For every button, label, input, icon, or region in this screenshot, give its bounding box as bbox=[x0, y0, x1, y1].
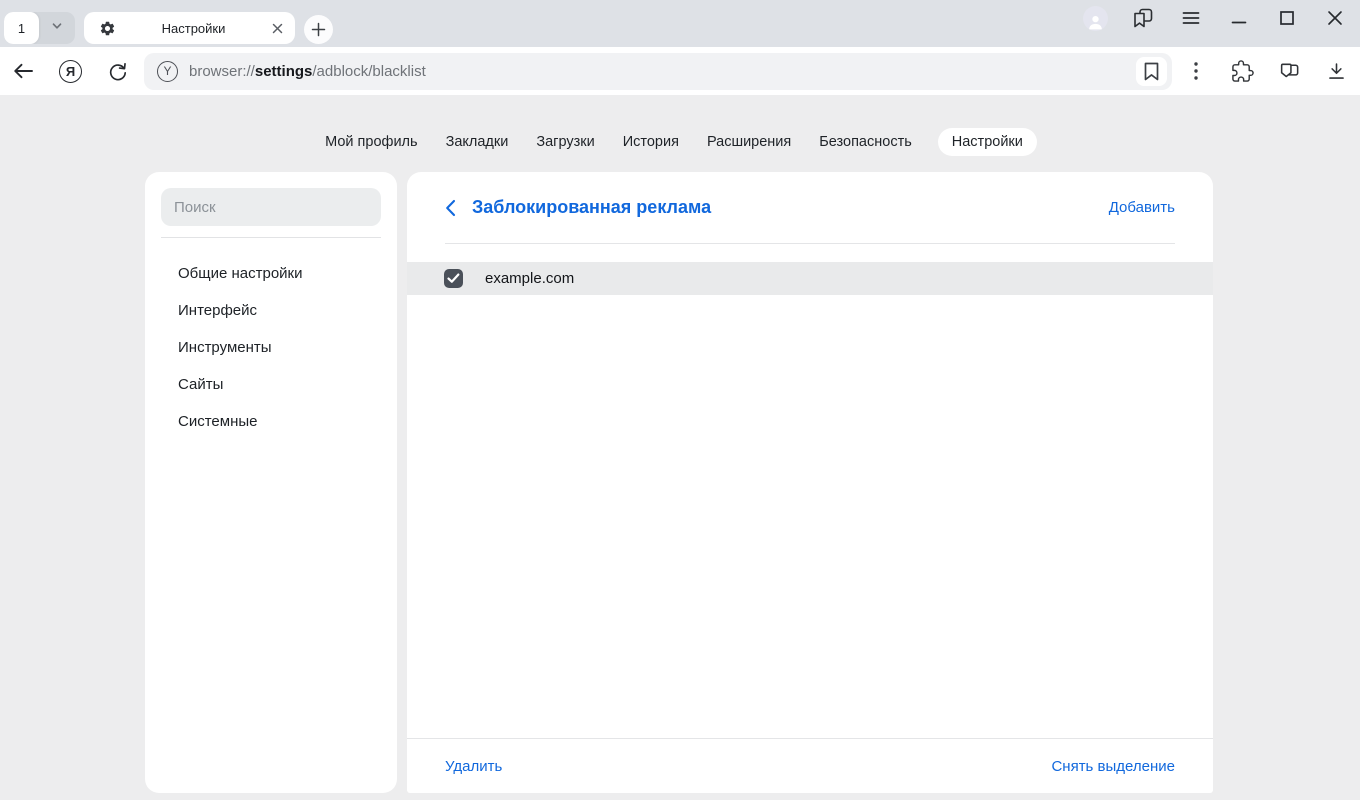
tab-strip: 1 Настройки bbox=[0, 0, 1360, 47]
back-icon bbox=[13, 63, 34, 79]
url-host: settings bbox=[255, 63, 313, 80]
reload-button[interactable] bbox=[94, 52, 141, 90]
blocked-site-label: example.com bbox=[485, 270, 574, 287]
collections-icon bbox=[1278, 60, 1301, 83]
nav-tab-profile[interactable]: Мой профиль bbox=[323, 128, 419, 156]
extensions-button[interactable] bbox=[1219, 52, 1266, 90]
panel-header: Заблокированная реклама Добавить bbox=[407, 172, 1213, 243]
bookmarks-panel-icon bbox=[1131, 6, 1155, 30]
blacklist-panel: Заблокированная реклама Добавить example… bbox=[407, 172, 1213, 793]
maximize-icon bbox=[1279, 10, 1295, 26]
url-path: /adblock/blacklist bbox=[312, 63, 425, 80]
tab-close-icon[interactable] bbox=[271, 22, 284, 35]
minimize-button[interactable] bbox=[1215, 10, 1263, 26]
panel-footer: Удалить Снять выделение bbox=[407, 738, 1213, 793]
browser-window: 1 Настройки bbox=[0, 0, 1360, 800]
back-chevron-button[interactable] bbox=[445, 199, 456, 217]
back-chevron-icon bbox=[445, 199, 456, 217]
sidebar-item-tools[interactable]: Инструменты bbox=[161, 329, 381, 366]
window-close-icon bbox=[1327, 10, 1343, 26]
browser-menu-button[interactable] bbox=[1167, 11, 1215, 25]
tab-counter[interactable]: 1 bbox=[4, 12, 39, 44]
header-divider bbox=[445, 243, 1175, 244]
extensions-icon bbox=[1231, 60, 1254, 83]
add-bookmark-button[interactable] bbox=[1136, 57, 1167, 86]
gear-icon bbox=[99, 20, 116, 37]
settings-sidebar: Общие настройки Интерфейс Инструменты Са… bbox=[145, 172, 397, 793]
avatar-icon bbox=[1083, 6, 1108, 31]
sidebar-divider bbox=[161, 237, 381, 238]
delete-button[interactable]: Удалить bbox=[445, 758, 502, 775]
sidebar-item-general[interactable]: Общие настройки bbox=[161, 255, 381, 292]
menu-icon bbox=[1182, 11, 1200, 25]
page-title: Заблокированная реклама bbox=[472, 197, 711, 218]
nav-tab-history[interactable]: История bbox=[621, 128, 681, 156]
bookmark-icon bbox=[1143, 62, 1160, 81]
new-tab-icon bbox=[311, 22, 326, 37]
checkmark-icon bbox=[447, 273, 460, 284]
nav-tab-downloads[interactable]: Загрузки bbox=[534, 128, 596, 156]
page-actions-button[interactable] bbox=[1172, 52, 1219, 90]
reload-icon bbox=[107, 61, 128, 82]
kebab-icon bbox=[1193, 61, 1199, 81]
settings-page: Мой профиль Закладки Загрузки История Ра… bbox=[0, 95, 1360, 800]
search-input[interactable] bbox=[161, 188, 381, 226]
nav-tab-security[interactable]: Безопасность bbox=[817, 128, 914, 156]
row-checkbox[interactable] bbox=[444, 269, 463, 288]
collections-button[interactable] bbox=[1266, 52, 1313, 90]
profile-button[interactable] bbox=[1071, 6, 1119, 31]
sidebar-item-sites[interactable]: Сайты bbox=[161, 366, 381, 403]
address-bar[interactable]: Y browser://settings/adblock/blacklist bbox=[144, 53, 1172, 90]
tab-counter-group: 1 bbox=[4, 12, 75, 44]
new-tab-button[interactable] bbox=[304, 15, 333, 44]
bookmarks-panel-button[interactable] bbox=[1119, 6, 1167, 30]
url-scheme: browser:// bbox=[189, 63, 255, 80]
yandex-home-button[interactable]: Я bbox=[47, 52, 94, 90]
minimize-icon bbox=[1231, 10, 1247, 26]
add-site-button[interactable]: Добавить bbox=[1109, 199, 1175, 216]
download-icon bbox=[1326, 61, 1347, 82]
window-close-button[interactable] bbox=[1311, 10, 1359, 26]
tab-title: Настройки bbox=[116, 21, 271, 36]
sidebar-menu: Общие настройки Интерфейс Инструменты Са… bbox=[161, 255, 381, 440]
back-button[interactable] bbox=[0, 52, 47, 90]
nav-tab-extensions[interactable]: Расширения bbox=[705, 128, 793, 156]
sidebar-item-interface[interactable]: Интерфейс bbox=[161, 292, 381, 329]
sidebar-item-system[interactable]: Системные bbox=[161, 403, 381, 440]
deselect-button[interactable]: Снять выделение bbox=[1051, 758, 1175, 775]
nav-tab-bookmarks[interactable]: Закладки bbox=[444, 128, 511, 156]
site-badge-icon: Y bbox=[157, 61, 178, 82]
tab-list-button[interactable] bbox=[39, 12, 75, 44]
downloads-button[interactable] bbox=[1313, 52, 1360, 90]
nav-tab-settings[interactable]: Настройки bbox=[938, 128, 1037, 156]
blacklist-row[interactable]: example.com bbox=[407, 262, 1213, 295]
browser-tab-settings[interactable]: Настройки bbox=[84, 12, 295, 44]
maximize-button[interactable] bbox=[1263, 10, 1311, 26]
url-text: browser://settings/adblock/blacklist bbox=[189, 63, 426, 80]
window-buttons bbox=[1071, 0, 1359, 36]
tab-list-chevron-icon bbox=[50, 19, 64, 38]
yandex-logo-icon: Я bbox=[59, 60, 82, 83]
toolbar: Я Y browser://settings/adblock/blacklist bbox=[0, 47, 1360, 95]
settings-nav: Мой профиль Закладки Загрузки История Ра… bbox=[0, 126, 1360, 157]
